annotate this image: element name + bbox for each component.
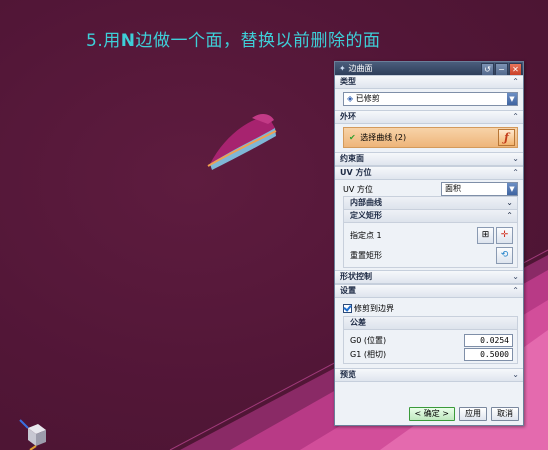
section-type-label: 类型 — [340, 77, 356, 86]
section-constraint-face-label: 约束面 — [340, 154, 364, 163]
dialog-icon: ✦ — [339, 64, 346, 73]
chevron-up-icon: ⌃ — [512, 286, 519, 295]
type-select[interactable]: ◈ 已修剪 ▼ — [343, 92, 518, 106]
section-shape-control-label: 形状控制 — [340, 272, 372, 281]
curve-icon[interactable]: ƒ — [498, 129, 515, 146]
section-outer-loop[interactable]: 外环 ⌃ — [335, 110, 523, 124]
select-curve-row[interactable]: ✔ 选择曲线 (2) ƒ — [343, 127, 518, 148]
define-rect-label: 定义矩形 — [350, 211, 382, 220]
specify-point-label: 指定点 1 — [350, 230, 382, 240]
section-uv[interactable]: UV 方位 ⌃ — [335, 166, 523, 180]
section-settings[interactable]: 设置 ⌃ — [335, 284, 523, 298]
section-outer-loop-label: 外环 — [340, 112, 356, 121]
chevron-up-icon: ⌃ — [512, 168, 519, 177]
subsection-define-rect[interactable]: 定义矩形 ⌃ — [343, 210, 518, 223]
dialog-title: 边曲面 — [348, 64, 373, 73]
chevron-down-icon: ⌄ — [512, 370, 519, 379]
g1-label: G1 (相切) — [350, 349, 387, 359]
reset-rect-icon[interactable]: ⟲ — [496, 246, 513, 264]
section-shape-control[interactable]: 形状控制 ⌄ — [335, 270, 523, 284]
section-preview[interactable]: 预览 ⌄ — [335, 368, 523, 382]
chevron-up-icon: ⌃ — [512, 112, 519, 121]
title-rest: 边做一个面，替换以前删除的面 — [135, 31, 381, 51]
chevron-down-icon: ▼ — [507, 183, 517, 195]
point-dialog-icon[interactable]: ⊞ — [477, 226, 494, 244]
chevron-up-icon: ⌃ — [506, 211, 513, 220]
uv-label: UV 方位 — [343, 184, 373, 194]
dialog-titlebar[interactable]: ✦ 边曲面 ↺ − ✕ — [335, 62, 523, 76]
uv-select[interactable]: 面积 ▼ — [441, 182, 518, 196]
trim-to-boundary-checkbox[interactable]: 修剪到边界 — [343, 301, 518, 315]
inner-curve-label: 内部曲线 — [350, 198, 382, 207]
subsection-tolerance[interactable]: 公差 — [343, 316, 518, 330]
g0-input[interactable]: 0.0254 — [464, 333, 513, 347]
wcs-triad-icon — [19, 419, 46, 450]
type-value: 已修剪 — [355, 94, 380, 103]
chevron-down-icon: ⌄ — [506, 198, 513, 207]
section-type[interactable]: 类型 ⌃ — [335, 75, 523, 89]
subsection-inner-curve[interactable]: 内部曲线 ⌄ — [343, 196, 518, 210]
uv-value: 面积 — [445, 184, 461, 193]
tolerance-label: 公差 — [350, 318, 366, 327]
check-icon: ✔ — [349, 133, 356, 142]
g1-input[interactable]: 0.5000 — [464, 347, 513, 361]
chevron-down-icon: ⌄ — [512, 272, 519, 281]
crosshair-icon[interactable]: ✛ — [496, 226, 513, 244]
edge-surface-dialog: ✦ 边曲面 ↺ − ✕ 类型 ⌃ ◈ 已修剪 ▼ 外环 ⌃ ✔ 选择曲线 (2)… — [334, 61, 524, 426]
chevron-down-icon: ▼ — [507, 93, 517, 105]
section-uv-label: UV 方位 — [340, 168, 372, 177]
apply-button[interactable]: 应用 — [459, 407, 487, 421]
chevron-down-icon: ⌄ — [512, 154, 519, 163]
reset-rect-label: 重置矩形 — [350, 250, 382, 260]
section-preview-label: 预览 — [340, 370, 356, 379]
chevron-up-icon: ⌃ — [512, 77, 519, 86]
title-number: 5. — [86, 31, 104, 51]
section-settings-label: 设置 — [340, 286, 356, 295]
ok-button[interactable]: < 确定 > — [408, 407, 455, 421]
trim-to-boundary-label: 修剪到边界 — [354, 303, 394, 313]
slide-title: 5.用N边做一个面，替换以前删除的面 — [86, 26, 380, 51]
select-curve-label: 选择曲线 (2) — [360, 133, 407, 142]
part-model[interactable] — [207, 114, 277, 170]
trimmed-icon: ◈ — [347, 94, 354, 103]
cancel-button[interactable]: 取消 — [491, 407, 519, 421]
title-bold: N — [120, 31, 136, 51]
checkbox-checked-icon[interactable] — [343, 303, 352, 313]
g0-label: G0 (位置) — [350, 335, 387, 345]
title-prefix: 用 — [103, 31, 121, 51]
section-constraint-face[interactable]: 约束面 ⌄ — [335, 152, 523, 166]
